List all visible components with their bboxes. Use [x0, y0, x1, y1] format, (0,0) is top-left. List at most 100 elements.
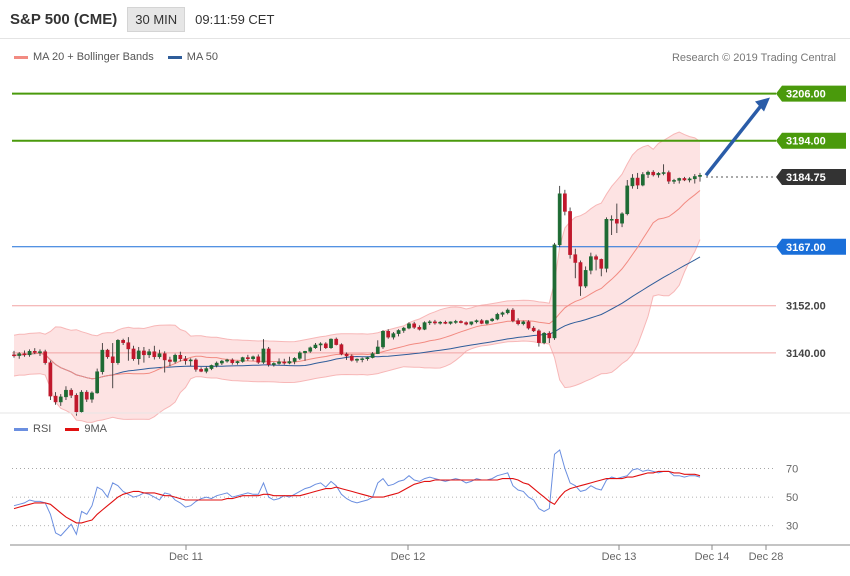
- candle-body: [677, 178, 682, 181]
- candle-body: [381, 331, 385, 348]
- candle-body: [682, 178, 687, 181]
- candle-body: [152, 351, 157, 358]
- candle-body: [209, 365, 214, 369]
- candle-body: [531, 327, 536, 332]
- candle: [526, 320, 531, 330]
- candle-body: [147, 351, 151, 356]
- candle-body: [282, 361, 287, 364]
- candle-body: [334, 338, 339, 345]
- candle: [116, 339, 120, 365]
- candle-body: [516, 320, 520, 325]
- candle-body: [116, 340, 120, 363]
- candle-body: [173, 354, 177, 362]
- candle-body: [526, 321, 531, 329]
- x-tick-label: Dec 14: [695, 551, 730, 563]
- candle: [79, 390, 84, 413]
- candle-body: [698, 175, 702, 177]
- candle-body: [168, 359, 172, 362]
- candle-body: [646, 171, 650, 175]
- candle: [95, 368, 100, 394]
- price-label-2: 3184.75: [786, 172, 826, 184]
- price-label-4: 3152.00: [786, 301, 826, 313]
- candle-body: [157, 353, 162, 358]
- candle-body: [692, 176, 697, 180]
- candle-body: [604, 219, 609, 269]
- candle-body: [74, 395, 79, 413]
- rsi-tick-label: 50: [786, 492, 798, 504]
- candle-body: [271, 363, 276, 365]
- candle-body: [48, 362, 53, 397]
- candle-body: [422, 322, 427, 330]
- candle-body: [17, 353, 22, 356]
- candle-body: [370, 353, 375, 358]
- candle-body: [474, 320, 479, 323]
- candle-body: [396, 330, 401, 334]
- candle-body: [578, 262, 583, 287]
- candle-body: [464, 322, 468, 325]
- candle-body: [297, 352, 302, 359]
- candle-body: [438, 321, 443, 324]
- candle-body: [339, 344, 344, 355]
- candle-body: [235, 361, 240, 363]
- candle-body: [614, 219, 619, 224]
- candle-body: [391, 333, 396, 338]
- candle-body: [58, 396, 63, 403]
- x-tick-label: Dec 12: [391, 551, 426, 563]
- price-label-1: 3194.00: [786, 136, 826, 148]
- candle-body: [38, 351, 42, 353]
- candle-body: [349, 355, 354, 361]
- candle-body: [287, 361, 292, 364]
- candle-body: [511, 309, 515, 321]
- candle: [552, 242, 557, 340]
- price-label-0: 3206.00: [786, 89, 826, 101]
- candle-body: [625, 185, 630, 215]
- candle: [329, 338, 333, 349]
- candle-body: [537, 330, 541, 343]
- candle-body: [433, 321, 437, 324]
- x-tick-label: Dec 11: [169, 551, 203, 563]
- candle-body: [365, 357, 370, 360]
- candle-body: [495, 314, 500, 320]
- candle: [48, 360, 53, 400]
- candle-body: [95, 371, 100, 394]
- candle-body: [672, 180, 676, 182]
- rsi-tick-label: 70: [786, 464, 798, 476]
- candle-body: [131, 348, 136, 359]
- candle: [640, 172, 645, 187]
- candle-body: [344, 353, 349, 357]
- candle-body: [194, 359, 198, 370]
- candle-body: [401, 327, 406, 331]
- candle-body: [479, 320, 484, 324]
- candle-body: [651, 171, 656, 176]
- bollinger-band: [14, 132, 700, 423]
- candle-body: [90, 392, 94, 400]
- candle-body: [661, 172, 666, 174]
- candle-body: [277, 361, 281, 364]
- candle-body: [687, 178, 692, 181]
- candle-body: [453, 321, 458, 323]
- candle: [511, 308, 515, 323]
- candle-body: [490, 318, 494, 321]
- candle-body: [230, 359, 235, 363]
- price-label-5: 3140.00: [786, 348, 826, 360]
- candle-body: [594, 256, 598, 260]
- candle: [43, 349, 48, 365]
- candle-body: [84, 391, 89, 400]
- candle-body: [313, 344, 318, 348]
- candle-body: [318, 343, 323, 346]
- candle-body: [27, 351, 32, 356]
- candle-body: [308, 347, 313, 352]
- candle-body: [220, 360, 224, 364]
- x-tick-label: Dec 28: [749, 551, 784, 563]
- candle-body: [183, 358, 188, 361]
- candle-body: [126, 342, 131, 350]
- rsi-tick-label: 30: [786, 521, 798, 533]
- candle-body: [386, 331, 391, 338]
- candle-body: [256, 356, 261, 363]
- candle-body: [43, 351, 48, 363]
- candle-body: [32, 351, 37, 353]
- candle-body: [12, 354, 16, 357]
- candle-body: [261, 348, 266, 363]
- candle-body: [589, 256, 593, 271]
- candle: [381, 330, 385, 349]
